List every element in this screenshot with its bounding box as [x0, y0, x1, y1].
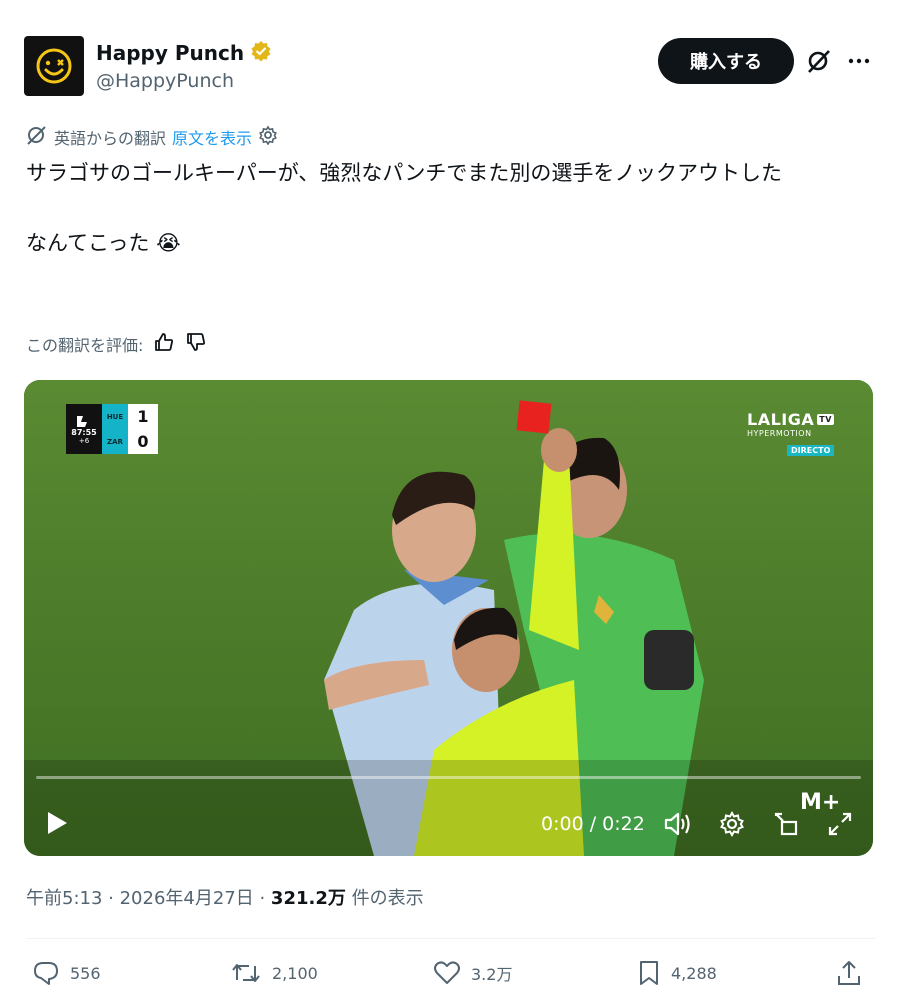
bookmark-icon	[640, 961, 658, 985]
home-score: 1	[137, 407, 149, 426]
verified-badge-icon	[250, 40, 272, 66]
reply-count: 556	[70, 963, 101, 983]
translation-source-label: 英語からの翻訳	[54, 129, 167, 148]
match-clock: 87:55	[71, 427, 97, 437]
league-logo: 87:55 +6	[66, 404, 102, 454]
share-button[interactable]	[836, 955, 862, 991]
video-progress-bar[interactable]	[36, 776, 861, 779]
tweet-header: Happy Punch @HappyPunch 購入する	[24, 36, 879, 96]
avatar[interactable]	[24, 36, 84, 96]
red-card	[516, 400, 552, 434]
broadcaster-logo: LALIGA TV HYPERMOTION DIRECTO	[747, 410, 835, 457]
thumbs-up-icon[interactable]	[153, 331, 175, 357]
bookmark-button[interactable]: 4,288	[637, 955, 717, 991]
added-time: +6	[78, 436, 90, 445]
rate-translation-label: この翻訳を評価:	[26, 336, 144, 355]
repost-count: 2,100	[272, 963, 318, 983]
timestamp[interactable]: 午前5:13 · 2026年4月27日 ·	[26, 888, 271, 909]
translation-bar: 英語からの翻訳 原文を表示	[26, 124, 278, 150]
repost-button[interactable]: 2,100	[230, 955, 318, 991]
handle[interactable]: @HappyPunch	[96, 70, 234, 92]
name-row: Happy Punch	[96, 40, 272, 66]
home-team: HUE	[106, 412, 124, 421]
away-team: ZAR	[107, 437, 123, 446]
fullscreen-icon[interactable]	[824, 808, 856, 840]
more-options-icon[interactable]	[844, 46, 874, 76]
video-time: 0:00 / 0:22	[541, 813, 645, 835]
smiley-logo-icon	[36, 48, 72, 84]
live-badge: DIRECTO	[787, 445, 835, 456]
rate-translation-bar: この翻訳を評価:	[26, 331, 207, 357]
view-suffix: 件の表示	[345, 888, 424, 909]
translation-settings-icon[interactable]	[258, 125, 278, 149]
display-name[interactable]: Happy Punch	[96, 41, 244, 65]
away-score: 0	[137, 432, 149, 451]
volume-icon[interactable]	[662, 808, 694, 840]
view-count: 321.2万	[270, 888, 346, 909]
tweet-meta: 午前5:13 · 2026年4月27日 · 321.2万 件の表示	[26, 884, 424, 910]
broadcaster-tv: TV	[817, 414, 834, 425]
broadcaster-name: LALIGA	[747, 410, 815, 429]
buy-button[interactable]: 購入する	[658, 38, 794, 84]
like-count: 3.2万	[471, 965, 513, 984]
tweet-text: サラゴサのゴールキーパーが、強烈なパンチでまた別の選手をノックアウトした なんて…	[26, 161, 782, 255]
action-bar: 556 2,100 3.2万 4,288	[26, 955, 875, 991]
bookmark-count: 4,288	[671, 963, 717, 983]
grok-icon[interactable]	[804, 46, 834, 76]
laliga-logo-icon	[77, 415, 87, 427]
like-button[interactable]: 3.2万	[433, 955, 512, 991]
broadcaster-sub: HYPERMOTION	[747, 429, 812, 438]
repost-icon	[232, 964, 260, 982]
play-icon[interactable]	[42, 808, 72, 838]
video-player[interactable]: 87:55 +6 HUE ZAR 1 0 LALIGA TV HYPERMOTI…	[24, 380, 873, 856]
show-original-link[interactable]: 原文を表示	[172, 125, 252, 149]
share-icon	[838, 961, 860, 985]
reply-icon	[34, 962, 58, 985]
heart-icon	[434, 961, 460, 984]
reply-button[interactable]: 556	[32, 955, 101, 991]
divider	[26, 938, 875, 939]
video-settings-icon[interactable]	[716, 808, 748, 840]
translate-icon	[26, 124, 48, 150]
scoreboard: 87:55 +6 HUE ZAR 1 0	[66, 404, 158, 454]
picture-in-picture-icon[interactable]	[770, 808, 802, 840]
thumbs-down-icon[interactable]	[185, 331, 207, 357]
